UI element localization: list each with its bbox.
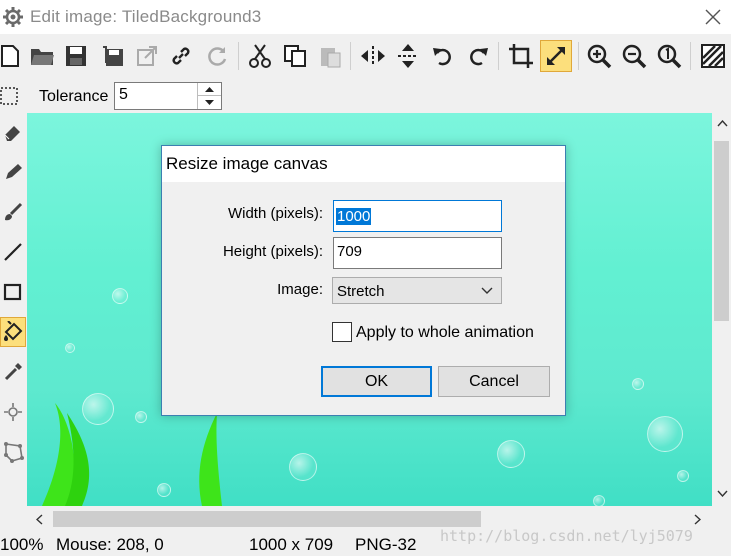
scroll-left-icon[interactable]	[33, 513, 45, 525]
resize-icon[interactable]	[540, 40, 572, 72]
cancel-button[interactable]: Cancel	[438, 366, 550, 397]
resize-canvas-dialog: Resize image canvas Width (pixels): 1000…	[161, 145, 566, 416]
zoom-out-icon[interactable]	[618, 40, 650, 72]
polygon-select-icon[interactable]	[0, 437, 26, 467]
cancel-label: Cancel	[469, 372, 519, 390]
save-icon[interactable]	[60, 40, 92, 72]
export-icon[interactable]	[131, 40, 163, 72]
eyedropper-icon[interactable]	[0, 357, 26, 387]
width-value[interactable]: 1000	[336, 208, 372, 225]
dialog-title: Resize image canvas	[166, 154, 328, 173]
transparency-grid-icon[interactable]	[697, 40, 729, 72]
close-icon[interactable]	[703, 7, 723, 27]
image-size: 1000 x 709	[249, 535, 334, 554]
main-toolbar	[0, 36, 731, 78]
width-label: Width (pixels):	[227, 205, 323, 222]
image-format: PNG-32	[355, 535, 417, 554]
magic-wand-icon[interactable]	[0, 397, 26, 427]
image-mode-label: Image:	[277, 281, 323, 298]
flip-vertical-icon[interactable]	[392, 40, 424, 72]
horizontal-scroll-thumb[interactable]	[53, 511, 481, 527]
cut-icon[interactable]	[244, 40, 276, 72]
height-field[interactable]: 709	[333, 237, 502, 269]
window-title: Edit image: TiledBackground3	[30, 7, 262, 26]
mouse-position: Mouse: 208, 0	[56, 535, 164, 554]
width-field[interactable]: 1000	[333, 200, 502, 232]
rotate-left-icon[interactable]	[427, 40, 459, 72]
height-value[interactable]: 709	[336, 243, 363, 260]
paste-icon[interactable]	[314, 40, 346, 72]
ok-label: OK	[364, 372, 389, 390]
tolerance-value[interactable]: 5	[119, 86, 128, 104]
open-folder-icon[interactable]	[26, 40, 58, 72]
scroll-right-icon[interactable]	[691, 513, 703, 525]
new-icon[interactable]	[0, 40, 26, 72]
link-icon[interactable]	[165, 40, 197, 72]
scroll-down-icon[interactable]	[716, 487, 728, 499]
selection-icon[interactable]	[0, 87, 18, 105]
vertical-scroll-thumb[interactable]	[714, 141, 729, 321]
brush-icon[interactable]	[0, 197, 26, 227]
apply-animation-checkbox[interactable]	[332, 322, 352, 342]
chevron-down-icon	[481, 287, 493, 294]
title-bar: Edit image: TiledBackground3	[0, 0, 731, 34]
height-label: Height (pixels):	[222, 243, 323, 260]
stepper-up-icon[interactable]	[198, 83, 221, 96]
rotate-right-icon[interactable]	[462, 40, 494, 72]
refresh-icon[interactable]	[201, 40, 233, 72]
image-mode-select[interactable]: Stretch	[332, 277, 502, 304]
zoom-level: 100%	[0, 535, 44, 554]
line-icon[interactable]	[0, 237, 26, 267]
stepper-down-icon[interactable]	[198, 96, 221, 109]
left-toolbox	[0, 113, 27, 508]
tolerance-stepper[interactable]: 5	[114, 82, 222, 110]
crop-icon[interactable]	[505, 40, 537, 72]
ok-button[interactable]: OK	[321, 366, 432, 397]
fill-bucket-icon[interactable]	[0, 317, 26, 347]
vertical-scrollbar[interactable]	[712, 113, 731, 506]
gear-icon	[3, 7, 23, 27]
scroll-up-icon[interactable]	[716, 117, 728, 129]
image-mode-value: Stretch	[337, 283, 385, 300]
eraser-icon[interactable]	[0, 117, 26, 147]
tolerance-label: Tolerance	[39, 88, 109, 105]
watermark: http://blog.csdn.net/lyj5079	[440, 527, 693, 545]
save-as-icon[interactable]	[97, 40, 129, 72]
rectangle-icon[interactable]	[0, 277, 26, 307]
copy-icon[interactable]	[279, 40, 311, 72]
dialog-title-bar: Resize image canvas	[162, 146, 565, 182]
apply-animation-label[interactable]: Apply to whole animation	[356, 324, 534, 342]
zoom-reset-icon[interactable]	[653, 40, 685, 72]
zoom-in-icon[interactable]	[583, 40, 615, 72]
flip-horizontal-icon[interactable]	[357, 40, 389, 72]
pencil-icon[interactable]	[0, 157, 26, 187]
tool-options-bar: Tolerance	[0, 80, 731, 113]
